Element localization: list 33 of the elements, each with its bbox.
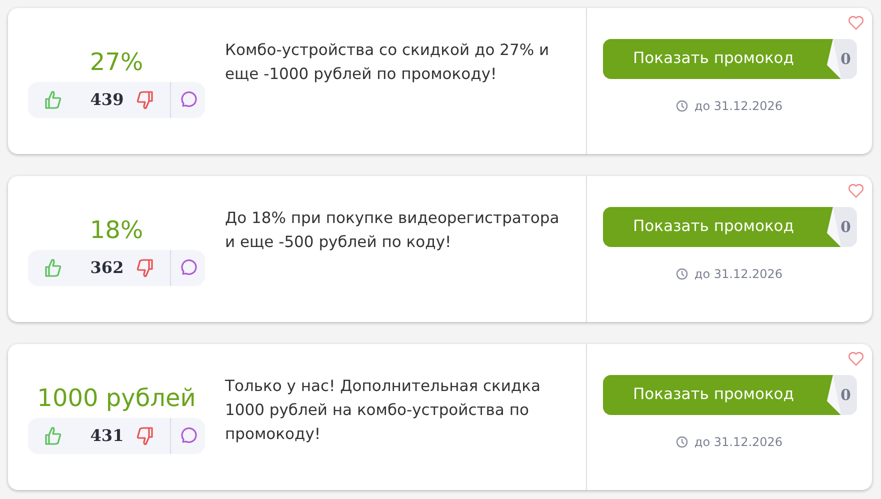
thumbs-up-icon[interactable] bbox=[44, 426, 62, 446]
thumbs-down-icon[interactable] bbox=[136, 90, 154, 110]
favorite-heart-icon[interactable] bbox=[848, 351, 864, 366]
favorite-heart-icon[interactable] bbox=[848, 15, 864, 30]
discount-value: 1000 рублей bbox=[37, 384, 196, 412]
vote-count: 362 bbox=[89, 257, 125, 280]
vote-count: 439 bbox=[89, 89, 125, 112]
thumbs-up-icon[interactable] bbox=[44, 90, 62, 110]
expiry-date: до 31.12.2026 bbox=[694, 434, 783, 451]
thumbs-up-icon[interactable] bbox=[44, 258, 62, 278]
coupon-description: Только у нас! Дополнительная скидка 1000 рублей на комбо-устройства по промокоду! bbox=[225, 376, 542, 445]
discount-value: 27% bbox=[90, 48, 144, 76]
peeled-corner-icon bbox=[824, 39, 840, 79]
thumbs-down-icon[interactable] bbox=[136, 426, 154, 446]
coupon-description: До 18% при покупке видеорегистратора и еще -500 рублей по коду! bbox=[225, 208, 560, 253]
show-promocode-button[interactable]: Показать промокод 0 bbox=[602, 375, 856, 415]
peeled-corner-icon bbox=[824, 207, 840, 247]
clock-icon bbox=[676, 268, 688, 280]
favorite-heart-icon[interactable] bbox=[848, 183, 864, 198]
expiry-date: до 31.12.2026 bbox=[694, 266, 783, 283]
show-promocode-button[interactable]: Показать промокод 0 bbox=[602, 207, 856, 247]
vote-count: 431 bbox=[89, 425, 125, 448]
comment-icon[interactable] bbox=[178, 427, 197, 446]
expiry-date: до 31.12.2026 bbox=[694, 98, 783, 115]
thumbs-down-icon[interactable] bbox=[136, 258, 154, 278]
show-promocode-button[interactable]: Показать промокод 0 bbox=[602, 39, 856, 79]
comment-icon[interactable] bbox=[178, 91, 197, 110]
comment-icon[interactable] bbox=[178, 259, 197, 278]
discount-value: 18% bbox=[90, 216, 144, 244]
clock-icon bbox=[676, 436, 688, 448]
peeled-corner-icon bbox=[824, 375, 840, 415]
clock-icon bbox=[676, 100, 688, 112]
coupon-description: Комбо-устройства со скидкой до 27% и еще -1000 рублей по промокоду! bbox=[225, 40, 550, 85]
